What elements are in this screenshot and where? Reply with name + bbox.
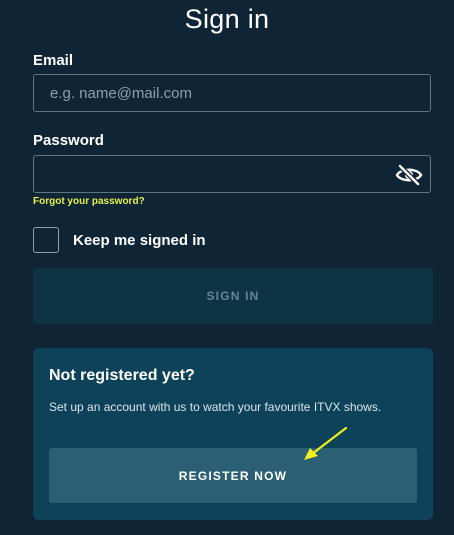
- email-label: Email: [33, 52, 74, 69]
- forgot-password-link[interactable]: Forgot your password?: [33, 196, 145, 207]
- register-heading: Not registered yet?: [49, 367, 195, 384]
- keep-signed-in-label: Keep me signed in: [73, 232, 206, 249]
- sign-in-page: Sign in Email Password Forgot your passw…: [0, 0, 454, 535]
- password-field[interactable]: [33, 155, 431, 193]
- email-field[interactable]: [33, 74, 431, 112]
- register-now-button[interactable]: REGISTER NOW: [49, 448, 417, 503]
- password-label: Password: [33, 132, 104, 149]
- register-description: Set up an account with us to watch your …: [49, 400, 382, 414]
- sign-in-button[interactable]: SIGN IN: [33, 268, 433, 324]
- page-title: Sign in: [184, 4, 270, 34]
- register-card: Not registered yet? Set up an account wi…: [33, 348, 433, 520]
- keep-signed-in-checkbox[interactable]: [33, 227, 59, 253]
- eye-slash-icon[interactable]: [394, 163, 424, 187]
